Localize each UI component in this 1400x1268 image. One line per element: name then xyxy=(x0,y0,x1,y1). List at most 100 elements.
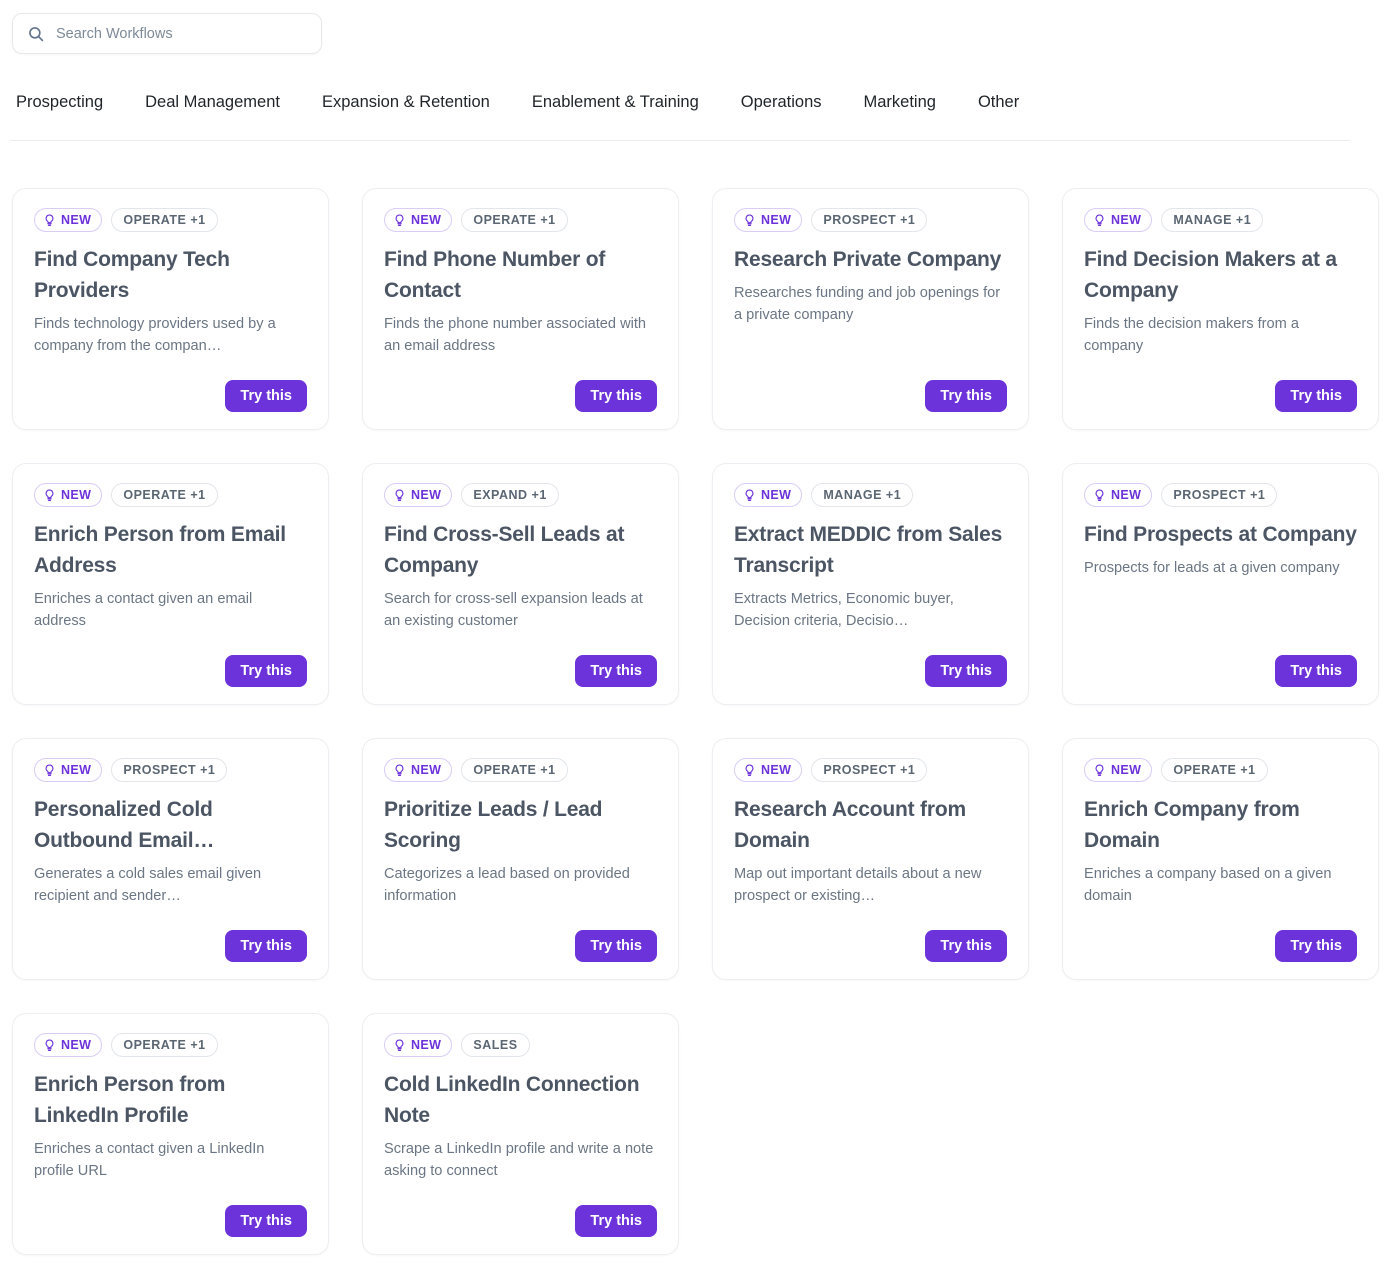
workflow-card[interactable]: NEW PROSPECT +1 Research Private Company Re… xyxy=(712,188,1029,430)
tab-expansion-retention[interactable]: Expansion & Retention xyxy=(322,92,490,112)
card-badges: NEW OPERATE +1 xyxy=(34,208,307,232)
card-badges: NEW PROSPECT +1 xyxy=(1084,483,1357,507)
card-title: Find Decision Makers at a Company xyxy=(1084,248,1337,302)
try-this-button[interactable]: Try this xyxy=(225,380,307,412)
workflow-card[interactable]: NEW PROSPECT +1 Personalized Cold Outbound… xyxy=(12,738,329,980)
workflow-card[interactable]: NEW PROSPECT +1 Find Prospects at Company P… xyxy=(1062,463,1379,705)
lightbulb-icon xyxy=(395,1039,404,1051)
new-badge: NEW xyxy=(384,208,453,232)
card-title: Enrich Person from LinkedIn Profile xyxy=(34,1073,226,1127)
tab-marketing[interactable]: Marketing xyxy=(864,92,936,112)
workflow-card[interactable]: NEW EXPAND +1 Find Cross-Sell Leads at Com… xyxy=(362,463,679,705)
workflow-card[interactable]: NEW OPERATE +1 Enrich Person from LinkedIn… xyxy=(12,1013,329,1255)
card-badges: NEW PROSPECT +1 xyxy=(734,758,1007,782)
workflow-card[interactable]: NEW OPERATE +1 Enrich Person from Email Ad… xyxy=(12,463,329,705)
category-badge: PROSPECT +1 xyxy=(811,758,928,782)
new-badge: NEW xyxy=(384,1033,453,1057)
card-description: Search for cross-sell expansion leads at… xyxy=(384,591,643,629)
card-description: Categorizes a lead based on provided inf… xyxy=(384,866,630,904)
card-description: Researches funding and job openings for … xyxy=(734,285,1001,323)
workflow-card[interactable]: NEW OPERATE +1 Find Company Tech Providers… xyxy=(12,188,329,430)
lightbulb-icon xyxy=(395,214,404,226)
category-badge: OPERATE +1 xyxy=(111,208,218,232)
new-badge-label: NEW xyxy=(1111,487,1142,502)
search-container xyxy=(12,13,322,54)
category-badge: PROSPECT +1 xyxy=(811,208,928,232)
try-this-button[interactable]: Try this xyxy=(225,930,307,962)
card-description: Map out important details about a new pr… xyxy=(734,866,982,904)
workflow-card[interactable]: NEW SALES Cold LinkedIn Connection Note Scr… xyxy=(362,1013,679,1255)
workflow-card[interactable]: NEW MANAGE +1 Extract MEDDIC from Sales Tr… xyxy=(712,463,1029,705)
new-badge: NEW xyxy=(1084,208,1153,232)
workflow-card[interactable]: NEW MANAGE +1 Find Decision Makers at a Co… xyxy=(1062,188,1379,430)
workflow-card[interactable]: NEW OPERATE +1 Enrich Company from Domain E… xyxy=(1062,738,1379,980)
tab-other[interactable]: Other xyxy=(978,92,1019,112)
tab-prospecting[interactable]: Prospecting xyxy=(16,92,103,112)
workflow-card[interactable]: NEW OPERATE +1 Prioritize Leads / Lead Sco… xyxy=(362,738,679,980)
try-this-button[interactable]: Try this xyxy=(575,930,657,962)
new-badge: NEW xyxy=(734,483,803,507)
new-badge: NEW xyxy=(34,758,103,782)
tab-enablement-training[interactable]: Enablement & Training xyxy=(532,92,699,112)
card-description: Generates a cold sales email given recip… xyxy=(34,866,262,904)
lightbulb-icon xyxy=(745,489,754,501)
try-this-button[interactable]: Try this xyxy=(925,655,1007,687)
try-this-button[interactable]: Try this xyxy=(1275,655,1357,687)
new-badge-label: NEW xyxy=(61,1037,92,1052)
category-tabs: Prospecting Deal Management Expansion & Re… xyxy=(0,92,1400,141)
card-description: Finds technology providers used by a com… xyxy=(34,316,276,354)
lightbulb-icon xyxy=(745,764,754,776)
search-input[interactable] xyxy=(56,25,307,42)
try-this-button[interactable]: Try this xyxy=(575,380,657,412)
card-description: Enriches a company based on a given doma… xyxy=(1084,866,1332,904)
search-box[interactable] xyxy=(12,13,322,54)
card-title: Find Phone Number of Contact xyxy=(384,248,606,302)
workflow-card[interactable]: NEW PROSPECT +1 Research Account from Doma… xyxy=(712,738,1029,980)
try-this-button[interactable]: Try this xyxy=(1275,380,1357,412)
tab-deal-management[interactable]: Deal Management xyxy=(145,92,280,112)
new-badge-label: NEW xyxy=(761,487,792,502)
lightbulb-icon xyxy=(45,214,54,226)
try-this-button[interactable]: Try this xyxy=(225,1205,307,1237)
try-this-button[interactable]: Try this xyxy=(1275,930,1357,962)
new-badge-label: NEW xyxy=(1111,762,1142,777)
card-footer: Try this xyxy=(734,930,1007,962)
card-title: Find Company Tech Providers xyxy=(34,248,230,302)
lightbulb-icon xyxy=(1095,489,1104,501)
new-badge-label: NEW xyxy=(761,762,792,777)
card-badges: NEW PROSPECT +1 xyxy=(34,758,307,782)
card-badges: NEW OPERATE +1 xyxy=(384,208,657,232)
try-this-button[interactable]: Try this xyxy=(575,1205,657,1237)
workflow-card[interactable]: NEW OPERATE +1 Find Phone Number of Contac… xyxy=(362,188,679,430)
new-badge: NEW xyxy=(34,1033,103,1057)
new-badge-label: NEW xyxy=(61,762,92,777)
card-footer: Try this xyxy=(384,380,657,412)
card-description: Scrape a LinkedIn profile and write a no… xyxy=(384,1141,654,1179)
new-badge: NEW xyxy=(734,208,803,232)
card-title: Find Cross-Sell Leads at Company xyxy=(384,523,625,577)
card-footer: Try this xyxy=(34,1205,307,1237)
lightbulb-icon xyxy=(1095,214,1104,226)
try-this-button[interactable]: Try this xyxy=(225,655,307,687)
card-footer: Try this xyxy=(734,380,1007,412)
tab-operations[interactable]: Operations xyxy=(741,92,822,112)
card-footer: Try this xyxy=(34,655,307,687)
card-title: Enrich Company from Domain xyxy=(1084,798,1300,852)
new-badge-label: NEW xyxy=(1111,212,1142,227)
try-this-button[interactable]: Try this xyxy=(575,655,657,687)
card-footer: Try this xyxy=(384,655,657,687)
lightbulb-icon xyxy=(395,489,404,501)
try-this-button[interactable]: Try this xyxy=(925,930,1007,962)
category-badge: MANAGE +1 xyxy=(811,483,914,507)
try-this-button[interactable]: Try this xyxy=(925,380,1007,412)
card-footer: Try this xyxy=(1084,930,1357,962)
new-badge: NEW xyxy=(1084,758,1153,782)
new-badge: NEW xyxy=(384,483,453,507)
card-badges: NEW OPERATE +1 xyxy=(34,483,307,507)
card-description: Enriches a contact given a LinkedIn prof… xyxy=(34,1141,265,1179)
card-badges: NEW MANAGE +1 xyxy=(1084,208,1357,232)
card-footer: Try this xyxy=(384,1205,657,1237)
card-badges: NEW PROSPECT +1 xyxy=(734,208,1007,232)
card-title: Personalized Cold Outbound Email… xyxy=(34,798,215,852)
card-title: Research Private Company xyxy=(734,248,1002,271)
